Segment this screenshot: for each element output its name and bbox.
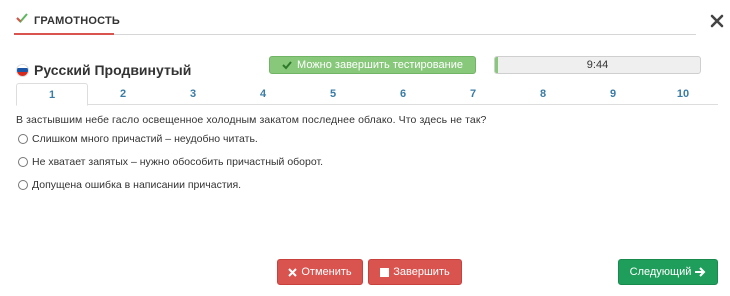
finish-available-badge: Можно завершить тестирование <box>269 56 476 74</box>
next-label: Следующий <box>629 266 692 278</box>
cancel-label: Отменить <box>301 266 352 278</box>
answer-label: Допущена ошибка в написании причастия. <box>32 179 242 191</box>
checkmark-icon <box>282 61 292 70</box>
question-tab-5[interactable]: 5 <box>298 83 368 104</box>
radio-button[interactable] <box>18 180 28 190</box>
next-button[interactable]: Следующий <box>618 259 718 285</box>
answer-option-1[interactable]: Слишком много причастий – неудобно читат… <box>18 133 258 145</box>
answer-option-3[interactable]: Допущена ошибка в написании причастия. <box>18 179 241 191</box>
question-tab-9[interactable]: 9 <box>578 83 648 104</box>
answer-label: Не хватает запятых – нужно обособить при… <box>32 156 324 168</box>
finish-label: Завершить <box>393 266 450 278</box>
course-header: Русский Продвинутый <box>16 62 191 78</box>
radio-button[interactable] <box>18 134 28 144</box>
finish-button[interactable]: Завершить <box>368 259 462 285</box>
question-text: В застывшим небе гасло освещенное холодн… <box>16 114 487 126</box>
check-icon <box>16 13 28 23</box>
arrow-right-icon <box>695 267 706 277</box>
header-tab-label: ГРАМОТНОСТЬ <box>34 15 120 27</box>
question-tab-1[interactable]: 1 <box>16 83 88 106</box>
radio-button[interactable] <box>18 157 28 167</box>
timer-bar: 9:44 <box>494 56 701 74</box>
answer-option-2[interactable]: Не хватает запятых – нужно обособить при… <box>18 156 323 168</box>
course-title: Русский Продвинутый <box>34 62 192 78</box>
active-tab-underline <box>14 33 114 35</box>
question-tab-6[interactable]: 6 <box>368 83 438 104</box>
cancel-button[interactable]: Отменить <box>277 259 363 285</box>
answer-label: Слишком много причастий – неудобно читат… <box>32 133 258 145</box>
stop-icon <box>380 267 390 277</box>
russian-flag-icon <box>16 63 29 77</box>
timer-text: 9:44 <box>586 59 609 71</box>
times-icon <box>288 267 298 277</box>
header-tab[interactable]: ГРАМОТНОСТЬ <box>0 0 120 36</box>
question-tab-8[interactable]: 8 <box>508 83 578 104</box>
question-tab-3[interactable]: 3 <box>158 83 228 104</box>
question-tabs: 1 2 3 4 5 6 7 8 9 10 <box>16 83 718 106</box>
question-tab-10[interactable]: 10 <box>648 83 718 104</box>
header-divider <box>114 34 696 35</box>
question-tab-4[interactable]: 4 <box>228 83 298 104</box>
question-tab-2[interactable]: 2 <box>88 83 158 104</box>
question-tab-7[interactable]: 7 <box>438 83 508 104</box>
close-icon[interactable] <box>710 14 724 28</box>
finish-available-text: Можно завершить тестирование <box>297 59 463 71</box>
